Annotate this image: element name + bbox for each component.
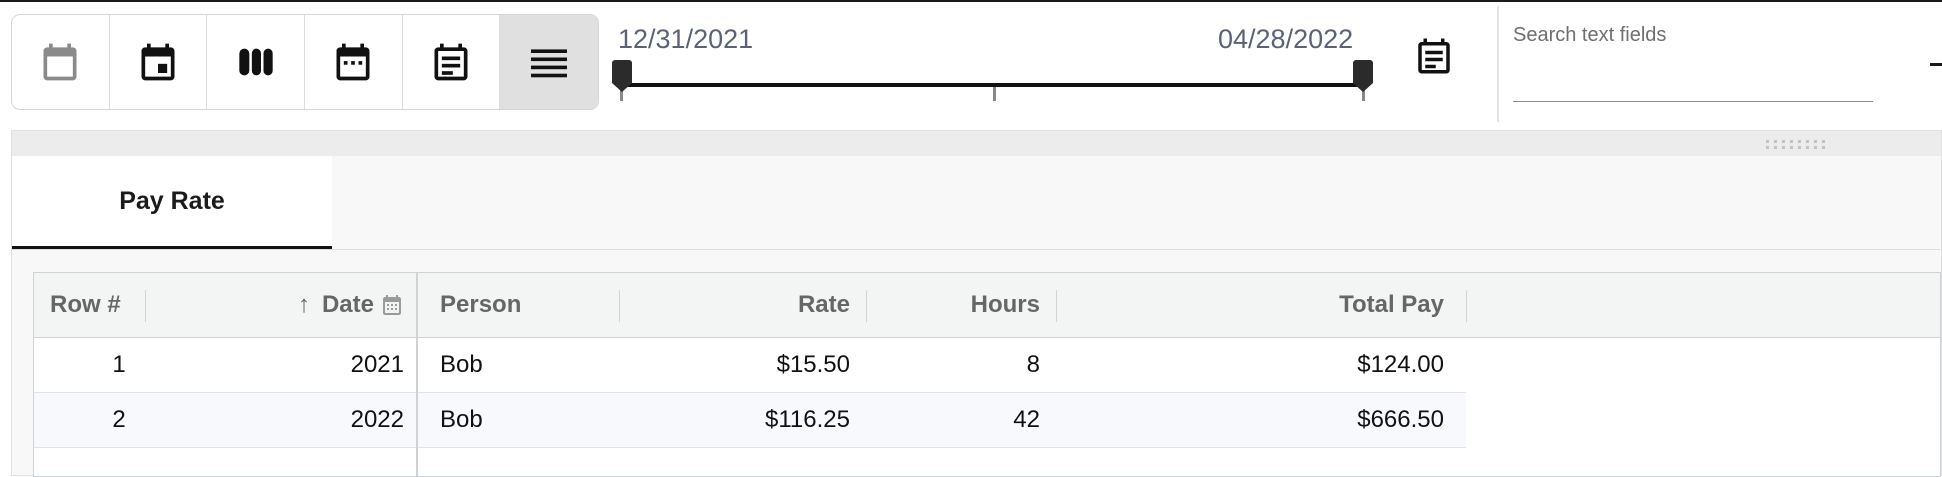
- cell-hours: 42: [1013, 406, 1040, 433]
- tab-pay-rate[interactable]: Pay Rate: [12, 156, 332, 250]
- cell-person: Bob: [440, 351, 483, 378]
- toolbar-divider: [1497, 6, 1499, 122]
- sort-ascending-icon[interactable]: ↑: [298, 291, 310, 319]
- column-header-label: Person: [440, 291, 522, 318]
- date-column-icon: [383, 295, 401, 315]
- search-input[interactable]: [1513, 58, 1873, 102]
- view-button-agenda[interactable]: [403, 15, 501, 109]
- range-end-label: 04/28/2022: [1218, 24, 1354, 54]
- pinned-column-divider: [416, 273, 418, 476]
- grid-header: Row # ↑ Date Person Rate Hours Total Pay: [34, 273, 1940, 338]
- calendar-agenda-icon: [434, 43, 468, 81]
- cell-total-pay: $666.50: [1357, 406, 1444, 433]
- tab-bar-divider: [12, 249, 1941, 250]
- table-row[interactable]: 1 2021 Bob $15.50 8 $124.00: [34, 338, 1466, 393]
- view-button-week[interactable]: [207, 15, 306, 109]
- cell-rate: $15.50: [776, 351, 850, 378]
- view-columns-icon: [239, 48, 273, 76]
- column-header-label: Total Pay: [1339, 291, 1444, 318]
- view-button-day[interactable]: [110, 15, 208, 109]
- view-button-list[interactable]: [500, 15, 598, 109]
- column-header-rate[interactable]: Rate: [624, 273, 850, 337]
- content-panel: Pay Rate Row # ↑ Date Person Rate Hours …: [11, 130, 1942, 477]
- cell-date: 2021: [350, 351, 404, 378]
- column-header-label: Date: [321, 291, 374, 318]
- column-header-total-pay[interactable]: Total Pay: [1064, 273, 1444, 337]
- column-separator[interactable]: [145, 290, 146, 322]
- range-start-handle[interactable]: [612, 60, 632, 92]
- range-start-label: 12/31/2021: [618, 24, 754, 54]
- column-separator[interactable]: [866, 290, 867, 322]
- window-top-border: [0, 0, 1942, 2]
- view-button-work-week[interactable]: [305, 15, 403, 109]
- column-header-label: Hours: [970, 291, 1040, 318]
- data-grid: Row # ↑ Date Person Rate Hours Total Pay…: [33, 272, 1941, 477]
- cell-rate: $116.25: [765, 406, 850, 433]
- view-toolbar: [11, 14, 599, 110]
- tab-label: Pay Rate: [119, 186, 225, 215]
- range-end-handle[interactable]: [1353, 60, 1373, 92]
- cell-hours: 8: [1026, 351, 1040, 378]
- column-header-label: Rate: [797, 291, 850, 318]
- column-header-date[interactable]: ↑ Date: [154, 273, 404, 337]
- column-header-row-number[interactable]: Row #: [50, 273, 146, 337]
- column-header-label: Row #: [50, 291, 121, 318]
- column-separator[interactable]: [619, 290, 620, 322]
- panel-header-strip: [12, 131, 1941, 156]
- table-row[interactable]: 2 2022 Bob $116.25 42 $666.50: [34, 393, 1466, 448]
- column-header-hours[interactable]: Hours: [874, 273, 1040, 337]
- cell-row-number: 1: [112, 351, 126, 378]
- list-lines-icon: [531, 49, 568, 78]
- slider-tick: [993, 87, 996, 101]
- cell-total-pay: $124.00: [1357, 351, 1444, 378]
- column-separator[interactable]: [1466, 290, 1467, 322]
- collapse-icon[interactable]: [1930, 63, 1942, 66]
- cell-person: Bob: [440, 406, 483, 433]
- date-picker-icon[interactable]: [1413, 33, 1455, 79]
- drag-handle-icon[interactable]: [1766, 139, 1830, 151]
- calendar-today-icon: [141, 43, 175, 81]
- search-label: Search text fields: [1513, 24, 1667, 46]
- calendar-blank-icon: [43, 43, 77, 81]
- cell-row-number: 2: [112, 406, 126, 433]
- column-header-person[interactable]: Person: [440, 273, 620, 337]
- cell-date: 2022: [350, 406, 404, 433]
- column-separator[interactable]: [1056, 290, 1057, 322]
- view-button-month[interactable]: [12, 15, 110, 109]
- calendar-dots-icon: [336, 43, 370, 81]
